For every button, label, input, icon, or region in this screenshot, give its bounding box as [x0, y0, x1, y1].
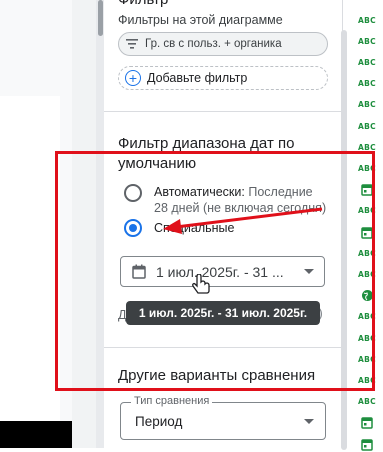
chevron-down-icon — [304, 419, 314, 424]
filters-on-chart-label: Фильтры на этой диаграмме — [118, 13, 283, 27]
add-filter-label: Добавьте фильтр — [147, 71, 248, 85]
radio-auto[interactable] — [124, 184, 142, 202]
geo-field-type-icon — [358, 288, 376, 304]
text-field-type-icon: ABC — [358, 269, 376, 279]
date-range-value: 1 июл. 2025г. - 31 ... — [156, 263, 284, 280]
text-field-type-icon: ABC — [358, 15, 376, 25]
text-field-type-icon: ABC — [358, 36, 376, 46]
properties-panel: Фильтр Фильтры на этой диаграмме Гр. св … — [104, 0, 343, 448]
text-field-type-icon: ABC — [358, 333, 376, 343]
radio-auto-hint-line2: 28 дней (не включая сегодня) — [154, 201, 327, 215]
radio-custom-option[interactable]: Специальные — [124, 219, 235, 237]
panel-scrollbar-thumb[interactable] — [98, 0, 103, 36]
hand-cursor-icon — [192, 274, 210, 294]
radio-auto-text: Автоматически: Последние 28 дней (не вкл… — [154, 184, 326, 216]
radio-custom[interactable] — [124, 219, 142, 237]
field-list-scrollbar[interactable] — [341, 30, 347, 450]
date-range-filter-title: Фильтр диапазона дат по умолчанию — [118, 134, 294, 174]
text-field-type-icon: ABC — [358, 375, 376, 385]
text-field-type-icon: ABC — [358, 397, 376, 407]
text-field-type-icon: ABC — [358, 142, 376, 152]
date-range-filter-title-line2: умолчанию — [118, 155, 197, 172]
radio-custom-label: Специальные — [154, 221, 235, 235]
comparison-type-value: Период — [135, 414, 183, 429]
section-divider — [104, 347, 342, 348]
radio-auto-label: Автоматически: — [154, 185, 245, 199]
section-divider — [104, 111, 342, 112]
text-field-type-icon: ABC — [358, 163, 376, 173]
calendar-icon — [132, 264, 146, 279]
filter-icon — [119, 38, 145, 50]
date-field-type-icon — [358, 436, 376, 452]
date-range-tooltip: 1 июл. 2025г. - 31 июл. 2025г. — [126, 301, 320, 325]
compare-options-title: Другие варианты сравнения — [118, 367, 316, 384]
text-field-type-icon: ABC — [358, 354, 376, 364]
text-field-type-icon: ABC — [358, 248, 376, 258]
panel-scrollbar-track[interactable] — [96, 0, 104, 448]
active-filter-chip[interactable]: Гр. св с польз. + органика — [118, 32, 328, 56]
active-filter-chip-label: Гр. св с польз. + органика — [145, 38, 282, 50]
date-field-type-icon — [358, 224, 376, 240]
filter-section-header: Фильтр — [118, 0, 168, 8]
add-circle-icon: + — [125, 70, 141, 86]
radio-auto-option[interactable]: Автоматически: Последние 28 дней (не вкл… — [124, 184, 326, 216]
chevron-down-icon — [304, 269, 314, 274]
text-field-type-icon: ABC — [358, 100, 376, 110]
date-range-picker[interactable]: 1 июл. 2025г. - 31 ... — [120, 256, 325, 287]
text-field-type-icon: ABC — [358, 121, 376, 131]
text-field-type-icon: ABC — [358, 79, 376, 89]
date-range-filter-title-line1: Фильтр диапазона дат по — [118, 135, 295, 152]
text-field-type-icon: ABC — [358, 206, 376, 216]
canvas-dark-element — [0, 421, 72, 448]
add-filter-button[interactable]: + Добавьте фильтр — [118, 66, 328, 90]
radio-auto-hint-line1: Последние — [248, 185, 313, 199]
canvas-chart-area — [0, 96, 60, 421]
date-field-type-icon — [358, 415, 376, 431]
text-field-type-icon: ABC — [358, 312, 376, 322]
text-field-type-icon: ABC — [358, 57, 376, 67]
date-field-type-icon — [358, 182, 376, 198]
comparison-type-label: Тип сравнения — [131, 395, 213, 407]
comparison-type-select[interactable]: Тип сравнения Период — [120, 395, 326, 440]
